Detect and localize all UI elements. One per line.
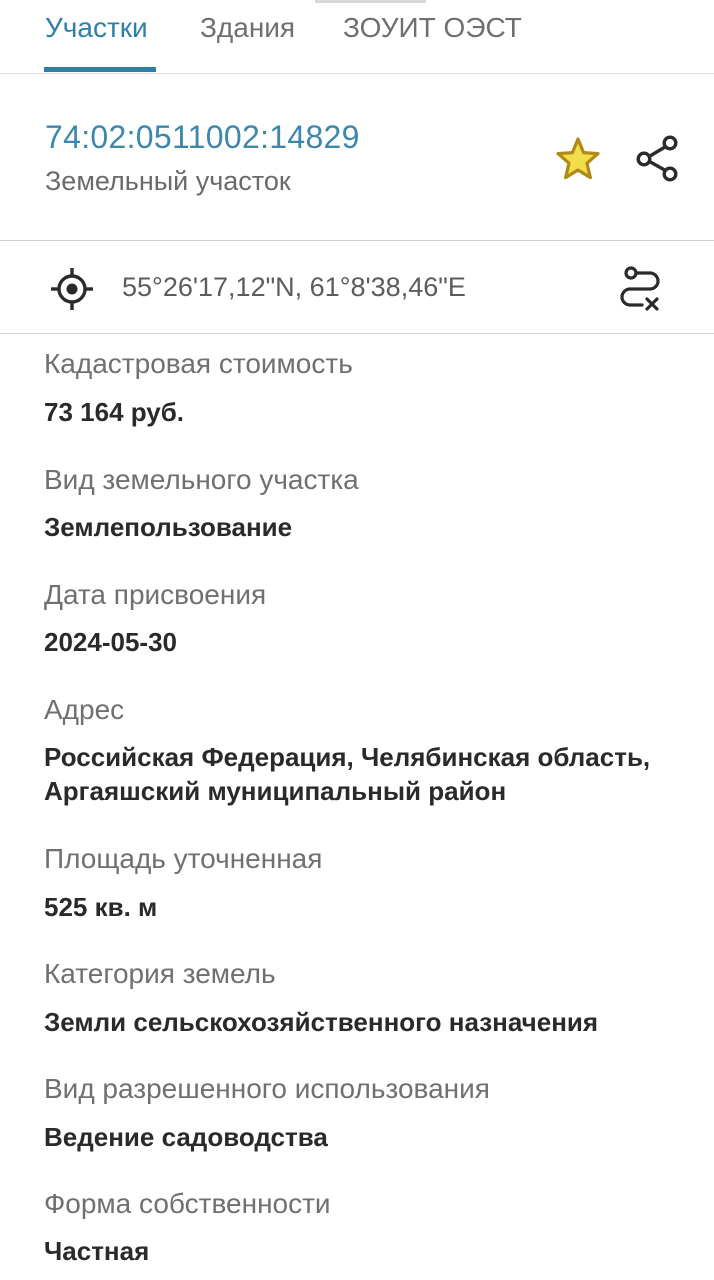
route-button[interactable] [614, 263, 666, 315]
coordinates-row: 55°26'17,12"N, 61°8'38,46"E [0, 241, 714, 334]
route-cancel-icon [620, 266, 660, 311]
assignment-date-value: 2024-05-30 [44, 627, 177, 657]
tab-buildings[interactable]: Здания [200, 10, 295, 46]
land-category-value: Земли сельскохозяйственного назначения [44, 1007, 599, 1037]
land-plot-kind-label: Вид земельного участка [44, 464, 359, 495]
land-category-label: Категория земель [44, 958, 276, 989]
locate-button[interactable] [46, 263, 98, 315]
cadastral-value: 73 164 руб. [44, 397, 185, 427]
tab-parcels[interactable]: Участки [45, 10, 148, 46]
share-button[interactable] [630, 132, 684, 186]
favorite-button[interactable] [552, 134, 604, 186]
land-plot-kind-value: Землепользование [44, 512, 293, 542]
area-value: 525 кв. м [44, 892, 158, 922]
coordinates-text[interactable]: 55°26'17,12"N, 61°8'38,46"E [122, 270, 466, 304]
parcel-info-screen: Участки Здания ЗОУИТ ОЭСТ 74:02:0511002:… [0, 0, 714, 1280]
permitted-use-label: Вид разрешенного использования [44, 1073, 490, 1104]
cadastral-value-label: Кадастровая стоимость [44, 348, 353, 379]
tab-zouit-oest[interactable]: ЗОУИТ ОЭСТ [343, 10, 522, 46]
share-icon [636, 135, 678, 182]
tab-bar: Участки Здания ЗОУИТ ОЭСТ [0, 0, 714, 74]
assignment-date-label: Дата присвоения [44, 579, 267, 610]
star-icon [556, 137, 600, 180]
parcel-header: 74:02:0511002:14829 Земельный участок [0, 74, 714, 241]
active-tab-indicator [44, 67, 156, 72]
ownership-form-value: Частная [44, 1236, 150, 1266]
address-value: Российская Федерация, Челябинская област… [44, 742, 651, 806]
address-label: Адрес [44, 694, 125, 725]
permitted-use-value: Ведение садоводства [44, 1122, 328, 1152]
object-type: Земельный участок [45, 166, 291, 196]
drag-handle[interactable] [315, 0, 426, 3]
area-label: Площадь уточненная [44, 843, 323, 874]
cadastral-number[interactable]: 74:02:0511002:14829 [45, 117, 360, 157]
crosshair-icon [51, 268, 93, 310]
ownership-form-label: Форма собственности [44, 1188, 331, 1219]
